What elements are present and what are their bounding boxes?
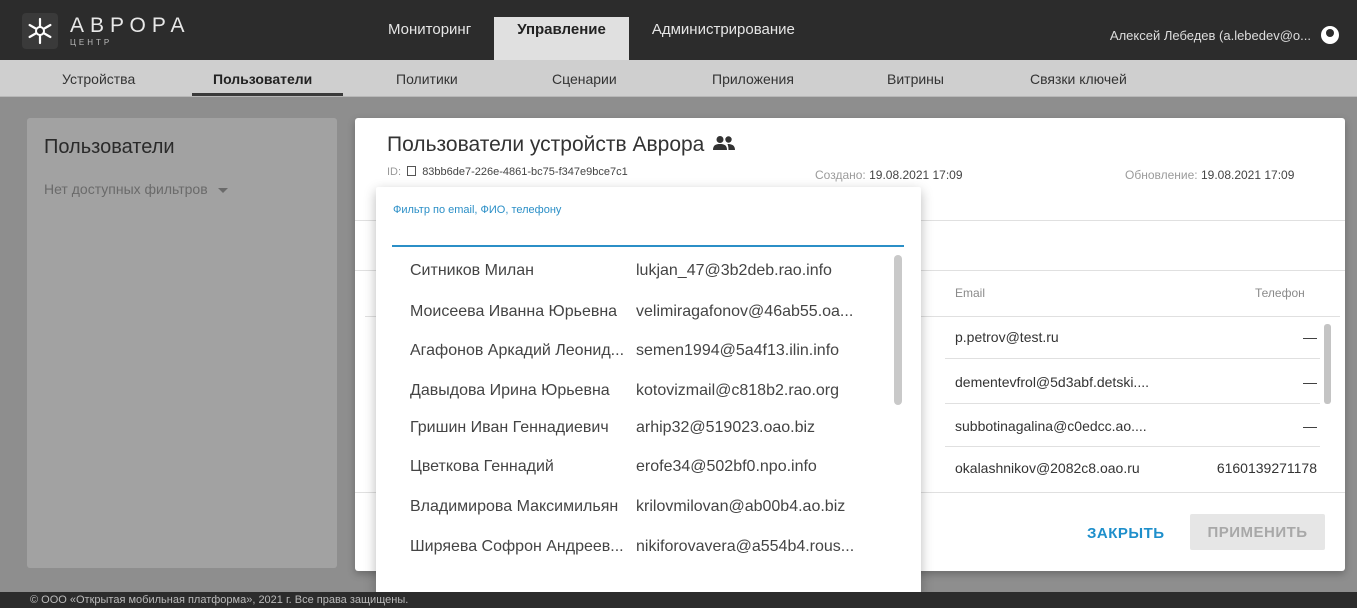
copy-icon[interactable] xyxy=(407,166,417,176)
row-divider xyxy=(945,446,1320,447)
subnav-scenarios[interactable]: Сценарии xyxy=(552,71,617,87)
updated-info: Обновление: 19.08.2021 17:09 xyxy=(1125,168,1294,182)
dialog-title-text: Пользователи устройств Аврора xyxy=(387,133,705,156)
tab-management[interactable]: Управление xyxy=(494,17,629,60)
row-email: subbotinagalina@c0edcc.ao.... xyxy=(955,418,1147,434)
subnav-storefronts[interactable]: Витрины xyxy=(887,71,944,87)
row-divider xyxy=(945,358,1320,359)
row-phone: — xyxy=(1303,329,1317,345)
sub-nav: Устройства Пользователи Политики Сценари… xyxy=(0,60,1357,97)
id-label: ID: xyxy=(387,166,402,178)
user-search-popup: Фильтр по email, ФИО, телефону Ситников … xyxy=(376,187,921,596)
search-label: Фильтр по email, ФИО, телефону xyxy=(393,204,562,216)
item-email: kotovizmail@c818b2.rao.org xyxy=(636,382,840,399)
row-phone: — xyxy=(1303,418,1317,434)
aurora-logo-icon xyxy=(22,13,58,49)
item-name: Агафонов Аркадий Леонид... xyxy=(410,342,625,359)
created-info: Создано: 19.08.2021 17:09 xyxy=(815,168,963,182)
created-value: 19.08.2021 17:09 xyxy=(869,168,963,182)
row-divider xyxy=(945,403,1320,404)
subnav-keychains[interactable]: Связки ключей xyxy=(1030,71,1127,87)
item-email: semen1994@5a4f13.ilin.info xyxy=(636,342,840,359)
users-panel: Пользователи Нет доступных фильтров xyxy=(27,118,337,568)
tab-monitoring[interactable]: Мониторинг xyxy=(365,17,494,60)
panel-title: Пользователи xyxy=(44,136,175,158)
users-group-icon xyxy=(712,133,736,157)
subnav-applications[interactable]: Приложения xyxy=(712,71,794,87)
item-name: Ситников Милан xyxy=(410,262,534,279)
item-name: Ширяева Софрон Андреев... xyxy=(410,538,624,555)
item-name: Давыдова Ирина Юрьевна xyxy=(410,382,610,399)
item-email: krilovmilovan@ab00b4.ao.biz xyxy=(636,498,846,515)
updated-value: 19.08.2021 17:09 xyxy=(1200,168,1295,182)
caret-down-icon xyxy=(217,187,228,193)
row-phone: 6160139271178 xyxy=(1216,460,1317,476)
row-phone: — xyxy=(1303,374,1317,390)
search-input[interactable] xyxy=(392,245,904,247)
column-phone: Телефон xyxy=(1255,286,1305,300)
row-email: okalashnikov@2082c8.oao.ru xyxy=(955,460,1140,476)
row-email: p.petrov@test.ru xyxy=(955,329,1059,345)
subnav-policies[interactable]: Политики xyxy=(396,71,458,87)
user-menu[interactable]: Алексей Лебедев (a.lebedev@o... xyxy=(1110,26,1339,44)
item-email: lukjan_47@3b2deb.rao.info xyxy=(636,262,832,279)
dialog-id: ID: 83bb6de7-226e-4861-bc75-f347e9bce7c1 xyxy=(387,166,628,178)
close-button[interactable]: ЗАКРЫТЬ xyxy=(1087,525,1165,542)
created-label: Создано: xyxy=(815,168,866,182)
table-scrollbar[interactable] xyxy=(1324,324,1331,404)
updated-label: Обновление: xyxy=(1125,168,1198,182)
item-email: arhip32@519023.oao.biz xyxy=(636,419,816,436)
id-value: 83bb6de7-226e-4861-bc75-f347e9bce7c1 xyxy=(422,166,628,178)
item-name: Владимирова Максимильян xyxy=(410,498,619,515)
user-name: Алексей Лебедев (a.lebedev@o... xyxy=(1109,27,1311,43)
filter-dropdown[interactable]: Нет доступных фильтров xyxy=(44,181,228,197)
item-name: Моисеева Иванна Юрьевна xyxy=(410,303,618,320)
footer: © ООО «Открытая мобильная платформа», 20… xyxy=(0,592,1357,608)
active-tab-indicator xyxy=(192,93,343,96)
top-bar: АВРОРА ЦЕНТР Мониторинг Управление Админ… xyxy=(0,0,1357,60)
subnav-users[interactable]: Пользователи xyxy=(213,71,312,87)
popup-scrollbar[interactable] xyxy=(894,255,902,405)
item-email: erofe34@502bf0.npo.info xyxy=(636,458,817,475)
copyright: © ООО «Открытая мобильная платформа», 20… xyxy=(30,594,409,606)
column-email: Email xyxy=(955,286,986,300)
item-name: Гришин Иван Геннадиевич xyxy=(410,419,609,436)
main-nav: Мониторинг Управление Администрирование xyxy=(365,17,818,60)
row-email: dementevfrol@5d3abf.detski.... xyxy=(955,374,1149,390)
subnav-devices[interactable]: Устройства xyxy=(62,71,135,87)
apply-button[interactable]: ПРИМЕНИТЬ xyxy=(1190,514,1325,550)
filter-label: Нет доступных фильтров xyxy=(44,181,208,197)
brand-name: АВРОРА xyxy=(70,14,191,37)
tab-administration[interactable]: Администрирование xyxy=(629,17,818,60)
account-circle-icon[interactable] xyxy=(1321,26,1339,44)
item-name: Цветкова Геннадий xyxy=(410,458,554,475)
item-email: nikiforovavera@a554b4.rous... xyxy=(636,538,855,555)
brand-sub: ЦЕНТР xyxy=(70,38,113,47)
dialog-title: Пользователи устройств Аврора xyxy=(387,133,736,157)
item-email: velimiragafonov@46ab55.oa... xyxy=(636,303,854,320)
logo[interactable]: АВРОРА ЦЕНТР xyxy=(22,10,222,52)
